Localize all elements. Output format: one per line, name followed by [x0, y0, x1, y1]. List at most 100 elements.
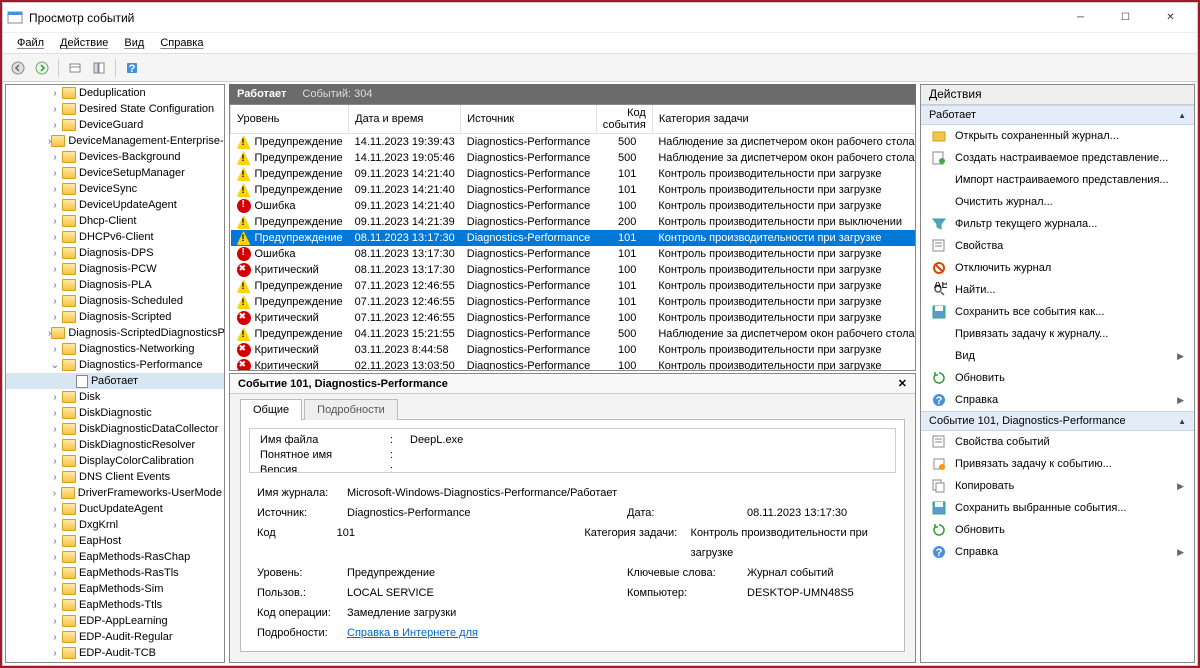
- expand-icon[interactable]: ›: [48, 440, 62, 451]
- tree-item[interactable]: ›DiskDiagnosticDataCollector: [6, 421, 224, 437]
- minimize-button[interactable]: ─: [1058, 4, 1103, 32]
- detail-close-button[interactable]: ✕: [898, 377, 907, 390]
- action-item[interactable]: Вид▶: [921, 345, 1194, 367]
- expand-icon[interactable]: ›: [48, 472, 62, 483]
- expand-icon[interactable]: ›: [48, 344, 62, 355]
- action-item[interactable]: Создать настраиваемое представление...: [921, 147, 1194, 169]
- expand-icon[interactable]: ›: [48, 88, 62, 99]
- expand-icon[interactable]: ›: [48, 568, 62, 579]
- maximize-button[interactable]: ☐: [1103, 4, 1148, 32]
- event-row[interactable]: Предупреждение09.11.2023 14:21:40Diagnos…: [231, 166, 917, 182]
- event-row[interactable]: Предупреждение14.11.2023 19:05:46Diagnos…: [231, 150, 917, 166]
- expand-icon[interactable]: ›: [48, 504, 62, 515]
- tree-item[interactable]: ›EapMethods-Ttls: [6, 597, 224, 613]
- action-item[interactable]: Обновить: [921, 519, 1194, 541]
- tree-item[interactable]: ›Desired State Configuration: [6, 101, 224, 117]
- expand-icon[interactable]: ›: [48, 616, 62, 627]
- tree-item[interactable]: ›DeviceManagement-Enterprise-: [6, 133, 224, 149]
- tree-item[interactable]: ›Dhcp-Client: [6, 213, 224, 229]
- event-row[interactable]: Критический03.11.2023 8:44:58Diagnostics…: [231, 342, 917, 358]
- titlebar[interactable]: Просмотр событий ─ ☐ ✕: [3, 3, 1197, 33]
- menu-file[interactable]: Файл: [11, 35, 50, 51]
- tree-item[interactable]: ›EapMethods-RasChap: [6, 549, 224, 565]
- column-header[interactable]: Источник: [461, 105, 597, 134]
- tree-item[interactable]: ›DNS Client Events: [6, 469, 224, 485]
- expand-icon[interactable]: ›: [48, 520, 62, 531]
- tree-item[interactable]: ›Diagnostics-Networking: [6, 341, 224, 357]
- event-row[interactable]: Ошибка08.11.2023 13:17:30Diagnostics-Per…: [231, 246, 917, 262]
- tree-item[interactable]: ›EDP-Audit-Regular: [6, 629, 224, 645]
- column-header[interactable]: Уровень: [231, 105, 349, 134]
- tree-item[interactable]: ›DeviceGuard: [6, 117, 224, 133]
- expand-icon[interactable]: ⌄: [48, 360, 62, 371]
- expand-icon[interactable]: ›: [48, 392, 62, 403]
- event-row[interactable]: Предупреждение09.11.2023 14:21:40Diagnos…: [231, 182, 917, 198]
- expand-icon[interactable]: ›: [48, 424, 62, 435]
- event-row[interactable]: Критический07.11.2023 12:46:55Diagnostic…: [231, 310, 917, 326]
- action-item[interactable]: Фильтр текущего журнала...: [921, 213, 1194, 235]
- tree-item[interactable]: ›DriverFrameworks-UserMode: [6, 485, 224, 501]
- action-item[interactable]: Привязать задачу к событию...: [921, 453, 1194, 475]
- help-button[interactable]: ?: [121, 57, 143, 79]
- action-item[interactable]: Очистить журнал...: [921, 191, 1194, 213]
- action-item[interactable]: ?Справка▶: [921, 389, 1194, 411]
- event-row[interactable]: Предупреждение14.11.2023 19:39:43Diagnos…: [231, 134, 917, 151]
- expand-icon[interactable]: ›: [48, 536, 62, 547]
- help-link[interactable]: Справка в Интернете для: [347, 623, 478, 643]
- menu-help[interactable]: Справка: [154, 35, 209, 51]
- expand-icon[interactable]: ›: [48, 632, 62, 643]
- event-row[interactable]: Критический02.11.2023 13:03:50Diagnostic…: [231, 358, 917, 371]
- expand-icon[interactable]: ›: [48, 200, 62, 211]
- expand-icon[interactable]: ›: [48, 264, 62, 275]
- action-item[interactable]: Свойства: [921, 235, 1194, 257]
- tree-item[interactable]: ›EmbeddedAppLauncher: [6, 661, 224, 663]
- tab-details[interactable]: Подробности: [304, 399, 398, 420]
- back-button[interactable]: [7, 57, 29, 79]
- expand-icon[interactable]: ›: [48, 312, 62, 323]
- expand-icon[interactable]: ›: [48, 584, 62, 595]
- event-row[interactable]: Предупреждение08.11.2023 13:17:30Diagnos…: [231, 230, 917, 246]
- actions-section-1[interactable]: Работает▲: [921, 105, 1194, 125]
- expand-icon[interactable]: ›: [48, 456, 62, 467]
- action-item[interactable]: ABНайти...: [921, 279, 1194, 301]
- column-header[interactable]: Категория задачи: [652, 105, 916, 134]
- tree-item[interactable]: ›Diagnosis-PCW: [6, 261, 224, 277]
- action-item[interactable]: ?Справка▶: [921, 541, 1194, 563]
- action-item[interactable]: Импорт настраиваемого представления...: [921, 169, 1194, 191]
- expand-icon[interactable]: ›: [48, 184, 62, 195]
- tree-item[interactable]: ›Disk: [6, 389, 224, 405]
- action-item[interactable]: Открыть сохраненный журнал...: [921, 125, 1194, 147]
- tree-item[interactable]: Работает: [6, 373, 224, 389]
- action-item[interactable]: Свойства событий: [921, 431, 1194, 453]
- expand-icon[interactable]: ›: [48, 248, 62, 259]
- expand-icon[interactable]: ›: [48, 648, 62, 659]
- tree-item[interactable]: ›DeviceUpdateAgent: [6, 197, 224, 213]
- actions-section-2[interactable]: Событие 101, Diagnostics-Performance▲: [921, 411, 1194, 431]
- tree-item[interactable]: ›DeviceSetupManager: [6, 165, 224, 181]
- close-button[interactable]: ✕: [1148, 4, 1193, 32]
- menu-action[interactable]: Действие: [54, 35, 114, 51]
- expand-icon[interactable]: ›: [48, 152, 62, 163]
- expand-icon[interactable]: ›: [48, 552, 62, 563]
- forward-button[interactable]: [31, 57, 53, 79]
- tree-item[interactable]: ›DHCPv6-Client: [6, 229, 224, 245]
- action-item[interactable]: Сохранить все события как...: [921, 301, 1194, 323]
- tree-item[interactable]: ›Diagnosis-ScriptedDiagnosticsP: [6, 325, 224, 341]
- tree-item[interactable]: ›DeviceSync: [6, 181, 224, 197]
- tree-item[interactable]: ›Devices-Background: [6, 149, 224, 165]
- column-header[interactable]: Код события: [596, 105, 652, 134]
- tree-item[interactable]: ›EapMethods-RasTls: [6, 565, 224, 581]
- tree-item[interactable]: ›EapHost: [6, 533, 224, 549]
- event-row[interactable]: Предупреждение07.11.2023 12:46:55Diagnos…: [231, 294, 917, 310]
- event-row[interactable]: Предупреждение07.11.2023 12:46:55Diagnos…: [231, 278, 917, 294]
- detail-props[interactable]: Имя файла:DeepL.exeПонятное имя:Версия:О…: [249, 428, 896, 473]
- expand-icon[interactable]: ›: [48, 120, 62, 131]
- expand-icon[interactable]: ›: [48, 408, 62, 419]
- menu-view[interactable]: Вид: [118, 35, 150, 51]
- event-row[interactable]: Предупреждение09.11.2023 14:21:39Diagnos…: [231, 214, 917, 230]
- expand-icon[interactable]: ›: [48, 600, 62, 611]
- expand-icon[interactable]: ›: [48, 232, 62, 243]
- tree-item[interactable]: ⌄Diagnostics-Performance: [6, 357, 224, 373]
- column-header[interactable]: Дата и время: [349, 105, 461, 134]
- action-item[interactable]: Обновить: [921, 367, 1194, 389]
